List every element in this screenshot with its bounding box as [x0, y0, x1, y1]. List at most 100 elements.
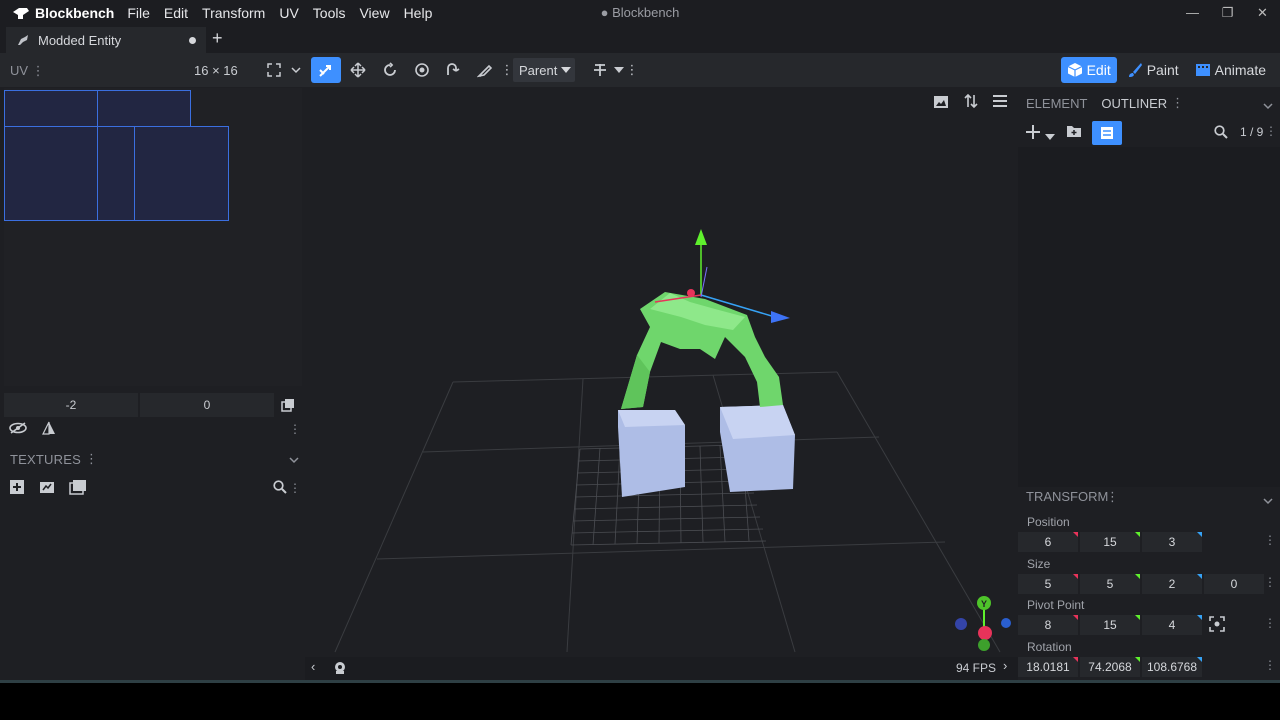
center-pivot-icon[interactable]	[1209, 616, 1225, 635]
rotation-x-input[interactable]: 18.0181	[1018, 657, 1078, 677]
chevron-down-icon[interactable]	[1045, 129, 1055, 144]
chevron-left-icon[interactable]: ‹	[311, 659, 315, 674]
mode-animate[interactable]: Animate	[1189, 57, 1272, 83]
cube-icon	[1067, 63, 1082, 77]
rotation-menu-icon[interactable]: ⋮	[1264, 658, 1276, 672]
pivot-z-input[interactable]: 4	[1142, 615, 1202, 635]
close-icon[interactable]: ✕	[1245, 0, 1280, 25]
rotation-x-value: 18.0181	[1026, 660, 1070, 674]
chevron-down-icon[interactable]	[1263, 98, 1273, 113]
uv-offset-y[interactable]: 0	[140, 393, 274, 417]
uv-editor[interactable]	[4, 88, 302, 386]
more-options-icon[interactable]: ⋮	[289, 481, 301, 495]
left-foot-block[interactable]	[618, 410, 685, 497]
rotate-tool-icon[interactable]	[378, 59, 402, 81]
uv-face[interactable]	[97, 126, 135, 221]
uv-face[interactable]	[4, 126, 98, 221]
pivot-mode-select[interactable]: Parent	[513, 58, 575, 82]
menu-edit[interactable]: Edit	[157, 5, 195, 21]
outliner-menu-icon[interactable]: ⋮	[1171, 95, 1184, 111]
chevron-down-icon[interactable]	[284, 59, 308, 81]
uv-resolution[interactable]: 16 × 16	[194, 63, 238, 78]
rotation-inputs: 18.0181 74.2068 108.6768	[1018, 657, 1204, 677]
size-x-input[interactable]: 5	[1018, 574, 1078, 594]
minimize-icon[interactable]: —	[1175, 0, 1210, 25]
uv-face[interactable]	[134, 126, 229, 221]
position-x-input[interactable]: 6	[1018, 532, 1078, 552]
project-tab[interactable]: Modded Entity	[6, 27, 206, 53]
orientation-gizmo[interactable]: Y	[953, 592, 1015, 654]
chevron-down-icon[interactable]	[1263, 493, 1273, 508]
pivot-menu-icon[interactable]: ⋮	[1264, 616, 1276, 630]
uv-face[interactable]	[97, 90, 191, 127]
uv-face[interactable]	[4, 90, 98, 127]
rotation-y-input[interactable]: 74.2068	[1080, 657, 1140, 677]
position-z-input[interactable]: 3	[1142, 532, 1202, 552]
tab-outliner[interactable]: OUTLINER	[1101, 96, 1167, 111]
scene-canvas[interactable]	[305, 87, 1018, 657]
outliner-tree[interactable]	[1018, 147, 1280, 487]
more-options-icon[interactable]: ⋮	[289, 422, 301, 436]
position-y-input[interactable]: 15	[1080, 532, 1140, 552]
pivot-y-value: 15	[1103, 618, 1117, 632]
3d-viewport[interactable]: Y ‹ 94 FPS ›	[305, 87, 1018, 680]
mode-edit[interactable]: Edit	[1060, 57, 1117, 83]
link-icon[interactable]	[8, 421, 28, 438]
new-tab-icon[interactable]: +	[212, 28, 223, 49]
move-tool-icon[interactable]	[311, 57, 341, 83]
uv-offset-x[interactable]: -2	[4, 393, 138, 417]
size-y-input[interactable]: 5	[1080, 574, 1140, 594]
size-menu-icon[interactable]: ⋮	[1264, 575, 1276, 589]
tab-element[interactable]: ELEMENT	[1026, 96, 1087, 111]
uv-textures-panel: -2 0 ⋮ TEXTURES ⋮ ⋮	[0, 87, 305, 680]
fullscreen-icon[interactable]	[262, 59, 286, 81]
copy-icon[interactable]	[276, 393, 300, 417]
size-z-input[interactable]: 2	[1142, 574, 1202, 594]
import-texture-icon[interactable]	[39, 479, 55, 498]
pivot-y-input[interactable]: 15	[1080, 615, 1140, 635]
right-foot-block[interactable]	[720, 405, 795, 492]
position-inputs: 6 15 3	[1018, 532, 1204, 552]
position-menu-icon[interactable]: ⋮	[1264, 533, 1276, 547]
search-icon[interactable]	[1214, 125, 1228, 142]
position-y-value: 15	[1103, 535, 1117, 549]
viewport-status-bar: ‹ 94 FPS ›	[305, 657, 1018, 680]
rotation-y-value: 74.2068	[1088, 660, 1132, 674]
hamburger-menu-icon[interactable]	[992, 94, 1008, 111]
inflate-input[interactable]: 0	[1204, 574, 1264, 594]
menu-uv[interactable]: UV	[272, 5, 305, 21]
sort-icon[interactable]	[963, 93, 979, 112]
textures-menu-icon[interactable]: ⋮	[85, 451, 98, 467]
menu-view[interactable]: View	[352, 5, 396, 21]
unsaved-dot-icon[interactable]	[189, 37, 196, 44]
load-texture-icon[interactable]	[69, 479, 87, 498]
transform-menu-icon[interactable]: ⋮	[1106, 489, 1119, 505]
brush-tool-icon[interactable]	[473, 59, 497, 81]
mode-paint[interactable]: Paint	[1121, 57, 1185, 83]
chevron-down-icon[interactable]	[289, 452, 299, 467]
menu-help[interactable]: Help	[397, 5, 440, 21]
move-arrows-icon[interactable]	[346, 59, 370, 81]
rotation-z-value: 108.6768	[1146, 660, 1198, 674]
restore-icon[interactable]: ❐	[1210, 0, 1245, 25]
menu-transform[interactable]: Transform	[195, 5, 272, 21]
toggle-options-icon[interactable]	[1092, 121, 1122, 145]
add-group-icon[interactable]	[1066, 124, 1082, 141]
green-arch-model[interactable]	[621, 292, 783, 409]
vertex-snap-icon[interactable]	[441, 59, 465, 81]
pivot-inputs: 8 15 4	[1018, 615, 1204, 635]
search-icon[interactable]	[273, 479, 287, 497]
chevron-right-icon[interactable]: ›	[1003, 658, 1007, 673]
more-options-icon[interactable]: ⋮	[1265, 124, 1277, 138]
menu-file[interactable]: File	[120, 5, 157, 21]
toolbar-more-icon[interactable]: ⋮	[620, 59, 644, 81]
rotation-z-input[interactable]: 108.6768	[1142, 657, 1202, 677]
add-icon[interactable]	[1025, 124, 1041, 143]
menu-tools[interactable]: Tools	[306, 5, 353, 21]
pivot-x-input[interactable]: 8	[1018, 615, 1078, 635]
screenshot-icon[interactable]	[933, 95, 949, 112]
pivot-tool-icon[interactable]	[410, 59, 434, 81]
mirror-icon[interactable]	[42, 421, 56, 438]
camera-view-icon[interactable]	[332, 660, 348, 679]
add-texture-icon[interactable]	[9, 479, 25, 498]
